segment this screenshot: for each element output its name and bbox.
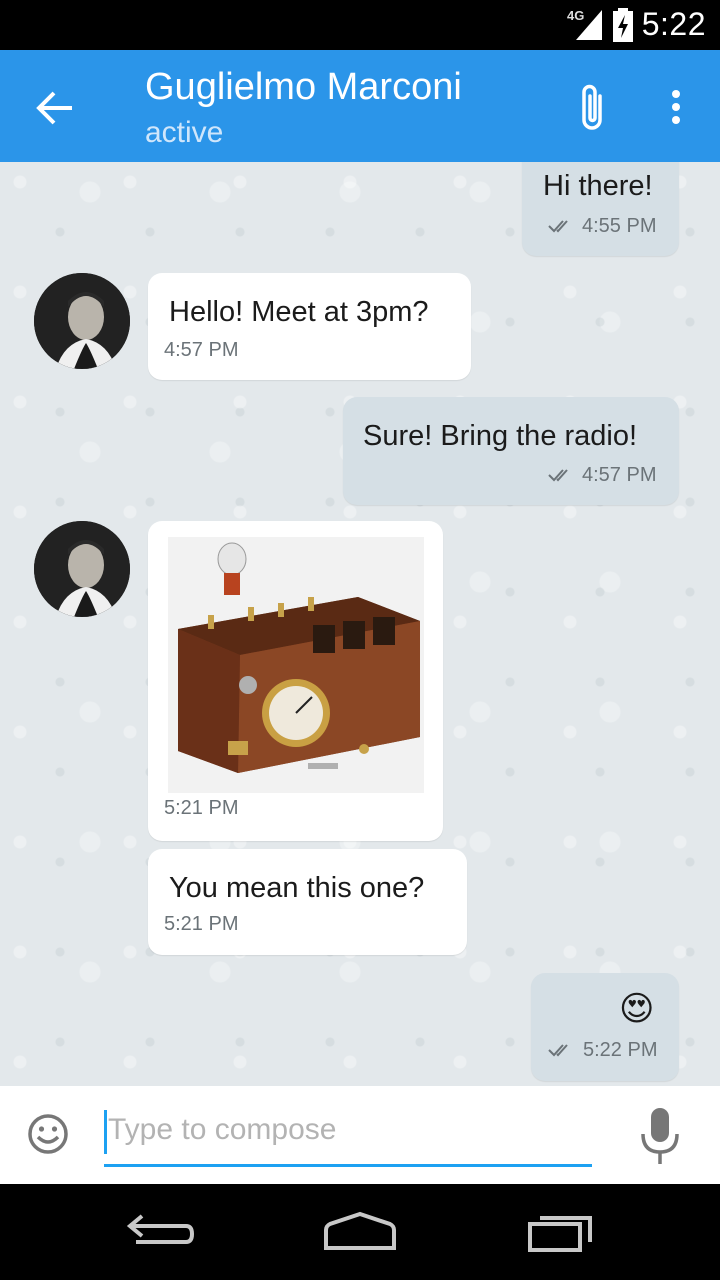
- more-vert-icon[interactable]: [656, 86, 696, 130]
- message-bubble-incoming[interactable]: You mean this one? 5:21 PM: [148, 849, 467, 955]
- arrow-back-icon[interactable]: [26, 80, 86, 136]
- message-bubble-outgoing[interactable]: 😍 5:22 PM: [531, 973, 679, 1081]
- nav-back-icon[interactable]: [124, 1208, 196, 1256]
- double-check-icon: [548, 1044, 568, 1057]
- message-text: Sure! Bring the radio!: [363, 420, 638, 452]
- emoji-icon[interactable]: [26, 1112, 70, 1156]
- message-bubble-incoming[interactable]: Hello! Meet at 3pm? 4:57 PM: [148, 273, 471, 380]
- text-caret: [104, 1110, 107, 1154]
- composer: [0, 1086, 720, 1184]
- contact-photo: [34, 273, 130, 369]
- status-bar: 4G 5:22: [0, 0, 720, 50]
- compose-underline: [104, 1164, 592, 1167]
- contact-photo: [34, 521, 130, 617]
- avatar[interactable]: [34, 273, 130, 369]
- antique-radio-photo[interactable]: [168, 537, 424, 793]
- message-time: 4:57 PM: [582, 464, 657, 486]
- message-time: 4:55 PM: [582, 215, 657, 237]
- signal-icon: [576, 10, 602, 40]
- contact-name[interactable]: Guglielmo Marconi: [145, 66, 462, 109]
- contact-status: active: [145, 116, 224, 149]
- message-text: Hello! Meet at 3pm?: [169, 296, 429, 328]
- nav-recents-icon[interactable]: [526, 1208, 598, 1256]
- app-bar: Guglielmo Marconi active: [0, 50, 720, 162]
- chat-area[interactable]: Hi there! 4:55 PM Hello! Meet at 3pm? 4:…: [0, 162, 720, 1086]
- nav-home-icon[interactable]: [320, 1208, 400, 1256]
- message-text: Hi there!: [543, 170, 653, 202]
- message-time: 4:57 PM: [164, 339, 239, 361]
- microphone-icon[interactable]: [636, 1106, 684, 1166]
- message-bubble-image[interactable]: 5:21 PM: [148, 521, 443, 841]
- paperclip-icon[interactable]: [570, 80, 616, 136]
- emoji-heart-eyes-icon: 😍: [619, 989, 655, 1029]
- message-text: You mean this one?: [169, 872, 425, 904]
- message-time: 5:22 PM: [583, 1039, 658, 1061]
- battery-charging-icon: [613, 8, 633, 42]
- message-time: 5:21 PM: [164, 797, 239, 819]
- double-check-icon: [548, 469, 568, 482]
- avatar[interactable]: [34, 521, 130, 617]
- message-time: 5:21 PM: [164, 913, 239, 935]
- message-bubble-outgoing[interactable]: Hi there! 4:55 PM: [522, 162, 679, 256]
- nav-bar: [0, 1184, 720, 1280]
- clock: 5:22: [641, 6, 706, 42]
- message-bubble-outgoing[interactable]: Sure! Bring the radio! 4:57 PM: [343, 397, 679, 505]
- double-check-icon: [548, 220, 568, 233]
- compose-input[interactable]: [104, 1108, 596, 1152]
